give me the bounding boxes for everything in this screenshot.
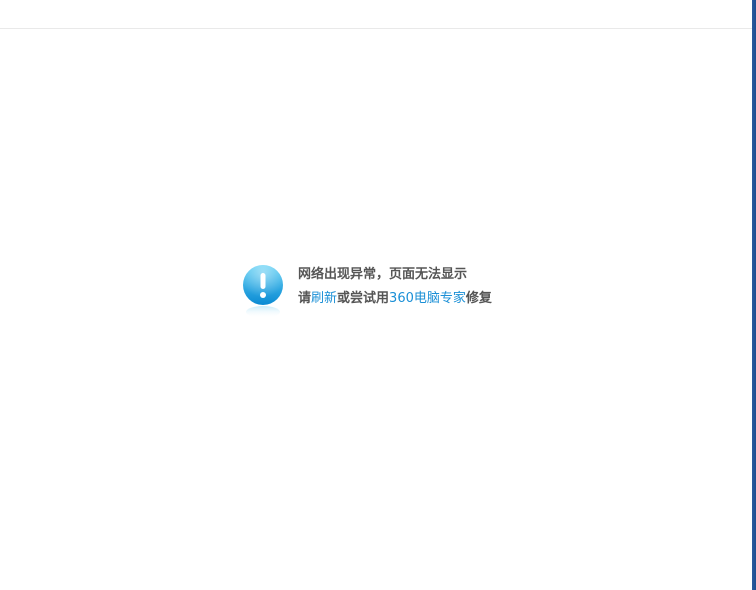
exclamation-circle-icon xyxy=(242,264,284,320)
error-message: 网络出现异常，页面无法显示 请刷新或尝试用360电脑专家修复 xyxy=(298,264,492,308)
error-title: 网络出现异常，页面无法显示 xyxy=(298,267,468,282)
repair-tool-link[interactable]: 360电脑专家 xyxy=(389,291,466,306)
top-toolbar xyxy=(0,0,752,29)
error-hint: 请刷新或尝试用360电脑专家修复 xyxy=(298,290,492,308)
hint-suffix: 修复 xyxy=(465,291,492,306)
hint-prefix: 请 xyxy=(298,291,312,306)
browser-window: 网络出现异常，页面无法显示 请刷新或尝试用360电脑专家修复 xyxy=(0,0,756,590)
refresh-link[interactable]: 刷新 xyxy=(311,291,337,306)
hint-middle: 或尝试用 xyxy=(337,291,390,306)
window-right-border xyxy=(752,0,756,590)
network-error-panel: 网络出现异常，页面无法显示 请刷新或尝试用360电脑专家修复 xyxy=(242,264,492,320)
